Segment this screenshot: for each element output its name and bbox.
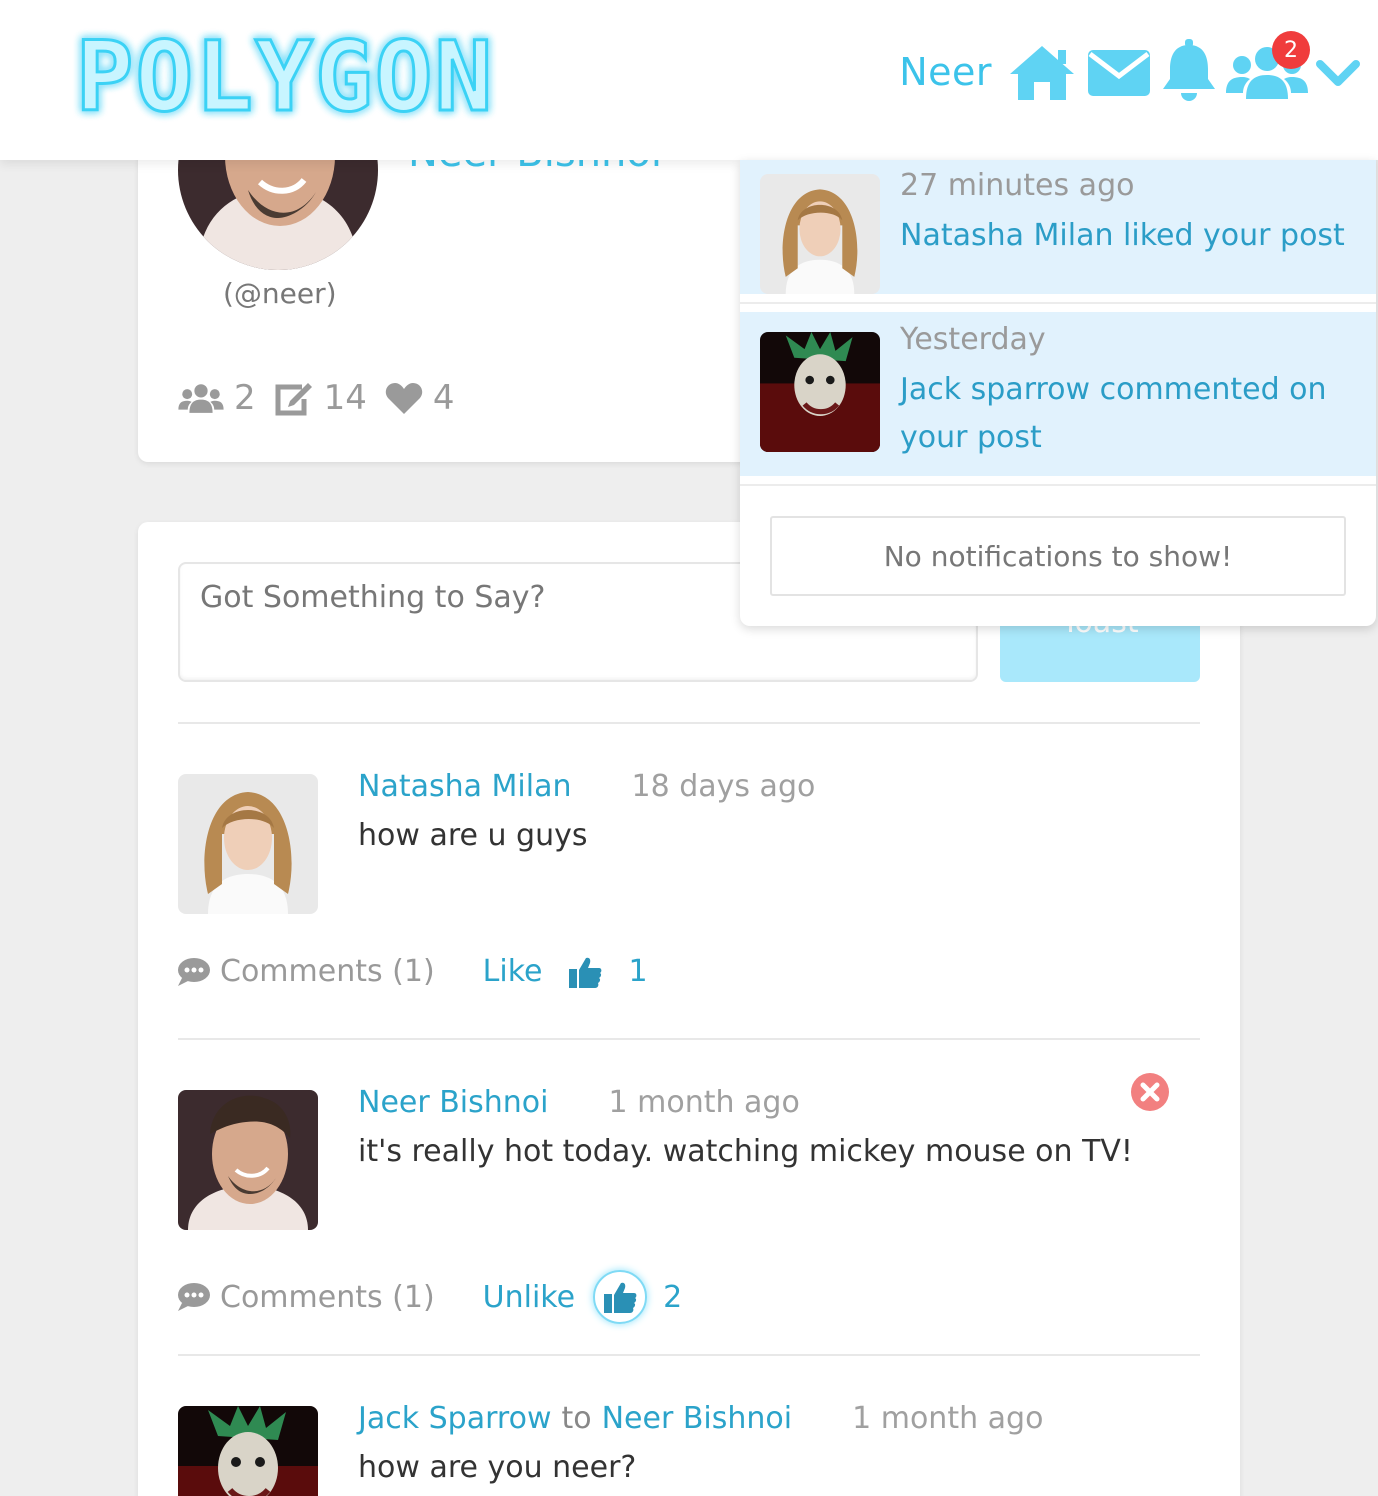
comments-label: Comments (1) bbox=[220, 954, 435, 989]
post-author[interactable]: Natasha Milan bbox=[358, 769, 572, 804]
users-icon bbox=[178, 384, 224, 413]
post-author-avatar[interactable] bbox=[178, 774, 318, 914]
post-header: Natasha Milan 18 days ago bbox=[358, 769, 815, 804]
post-author-avatar[interactable] bbox=[178, 1406, 318, 1496]
post-recipient[interactable]: Neer Bishnoi bbox=[602, 1401, 793, 1436]
divider bbox=[178, 1038, 1200, 1040]
thumbs-up-icon[interactable] bbox=[568, 955, 602, 989]
divider bbox=[178, 1354, 1200, 1356]
top-header: POLYGON Neer 2 bbox=[0, 0, 1378, 160]
polygon-logo[interactable]: POLYGON bbox=[20, 28, 550, 132]
friends-count: 2 bbox=[234, 378, 256, 418]
delete-post-icon[interactable] bbox=[1130, 1072, 1170, 1112]
like-count: 2 bbox=[663, 1279, 683, 1315]
comment-icon bbox=[178, 957, 210, 986]
top-nav: Neer 2 bbox=[899, 31, 1360, 105]
heart-icon bbox=[385, 383, 423, 414]
edit-icon bbox=[275, 383, 312, 416]
feed-card: Got Something to Say? Toast Natasha Mila… bbox=[138, 522, 1240, 1496]
chevron-down-icon[interactable] bbox=[1316, 52, 1360, 92]
post-text: how are u guys bbox=[358, 818, 588, 853]
profile-stats: 2 14 4 bbox=[178, 378, 455, 418]
like-count: 1 bbox=[628, 954, 648, 989]
post-text: how are you neer? bbox=[358, 1450, 637, 1485]
like-button[interactable]: Like bbox=[483, 954, 543, 989]
bell-icon[interactable] bbox=[1160, 39, 1218, 105]
post-text: it's really hot today. watching mickey m… bbox=[358, 1134, 1133, 1169]
friends-stat[interactable]: 2 bbox=[178, 378, 256, 418]
comments-link[interactable]: Comments (1) bbox=[178, 954, 435, 989]
nav-username[interactable]: Neer bbox=[899, 50, 992, 94]
notification-avatar bbox=[760, 174, 880, 294]
post-time: 1 month ago bbox=[852, 1401, 1044, 1436]
post-time: 1 month ago bbox=[608, 1085, 800, 1120]
liked-thumb[interactable] bbox=[593, 1270, 648, 1324]
svg-text:POLYGON: POLYGON bbox=[76, 28, 495, 132]
post-header: Neer Bishnoi 1 month ago bbox=[358, 1085, 800, 1120]
posts-count: 14 bbox=[323, 378, 367, 418]
post-author[interactable]: Neer Bishnoi bbox=[358, 1085, 549, 1120]
thumbs-up-icon bbox=[604, 1282, 637, 1313]
post-to-word: to bbox=[561, 1401, 592, 1436]
comments-link[interactable]: Comments (1) bbox=[178, 1280, 435, 1315]
unlike-button[interactable]: Unlike bbox=[483, 1280, 575, 1315]
post-header: Jack Sparrow to Neer Bishnoi 1 month ago bbox=[358, 1401, 1043, 1436]
notification-text: Natasha Milan liked your post bbox=[900, 218, 1345, 253]
comments-label: Comments (1) bbox=[220, 1279, 435, 1315]
divider bbox=[178, 722, 1200, 724]
notification-item[interactable]: Yesterday Jack sparrow commented on your… bbox=[740, 312, 1376, 476]
likes-stat[interactable]: 4 bbox=[385, 378, 455, 418]
posts-stat[interactable]: 14 bbox=[274, 378, 367, 418]
home-icon[interactable] bbox=[1006, 42, 1078, 102]
friend-requests-badge: 2 bbox=[1272, 31, 1310, 69]
no-notifications-message: No notifications to show! bbox=[770, 516, 1346, 596]
notification-text: Jack sparrow commented on your post bbox=[900, 372, 1327, 455]
profile-handle: (@neer) bbox=[223, 277, 337, 310]
envelope-icon[interactable] bbox=[1086, 46, 1152, 98]
notification-separator bbox=[740, 302, 1376, 304]
notification-time: 27 minutes ago bbox=[900, 168, 1135, 203]
post-actions: Comments (1) Like 1 bbox=[178, 954, 648, 989]
post-author-avatar[interactable] bbox=[178, 1090, 318, 1230]
notification-item[interactable]: 27 minutes ago Natasha Milan liked your … bbox=[740, 160, 1376, 294]
notifications-dropdown: 27 minutes ago Natasha Milan liked your … bbox=[740, 160, 1376, 626]
friend-requests-toggle[interactable]: 2 bbox=[1226, 31, 1310, 101]
post-time: 18 days ago bbox=[631, 769, 816, 804]
notification-separator bbox=[740, 484, 1376, 486]
notification-avatar bbox=[760, 332, 880, 452]
post-author[interactable]: Jack Sparrow bbox=[358, 1401, 551, 1436]
notification-time: Yesterday bbox=[900, 322, 1046, 357]
post-actions: Comments (1) Unlike 2 bbox=[178, 1270, 682, 1324]
comment-icon bbox=[178, 1283, 210, 1311]
likes-count: 4 bbox=[432, 378, 455, 418]
